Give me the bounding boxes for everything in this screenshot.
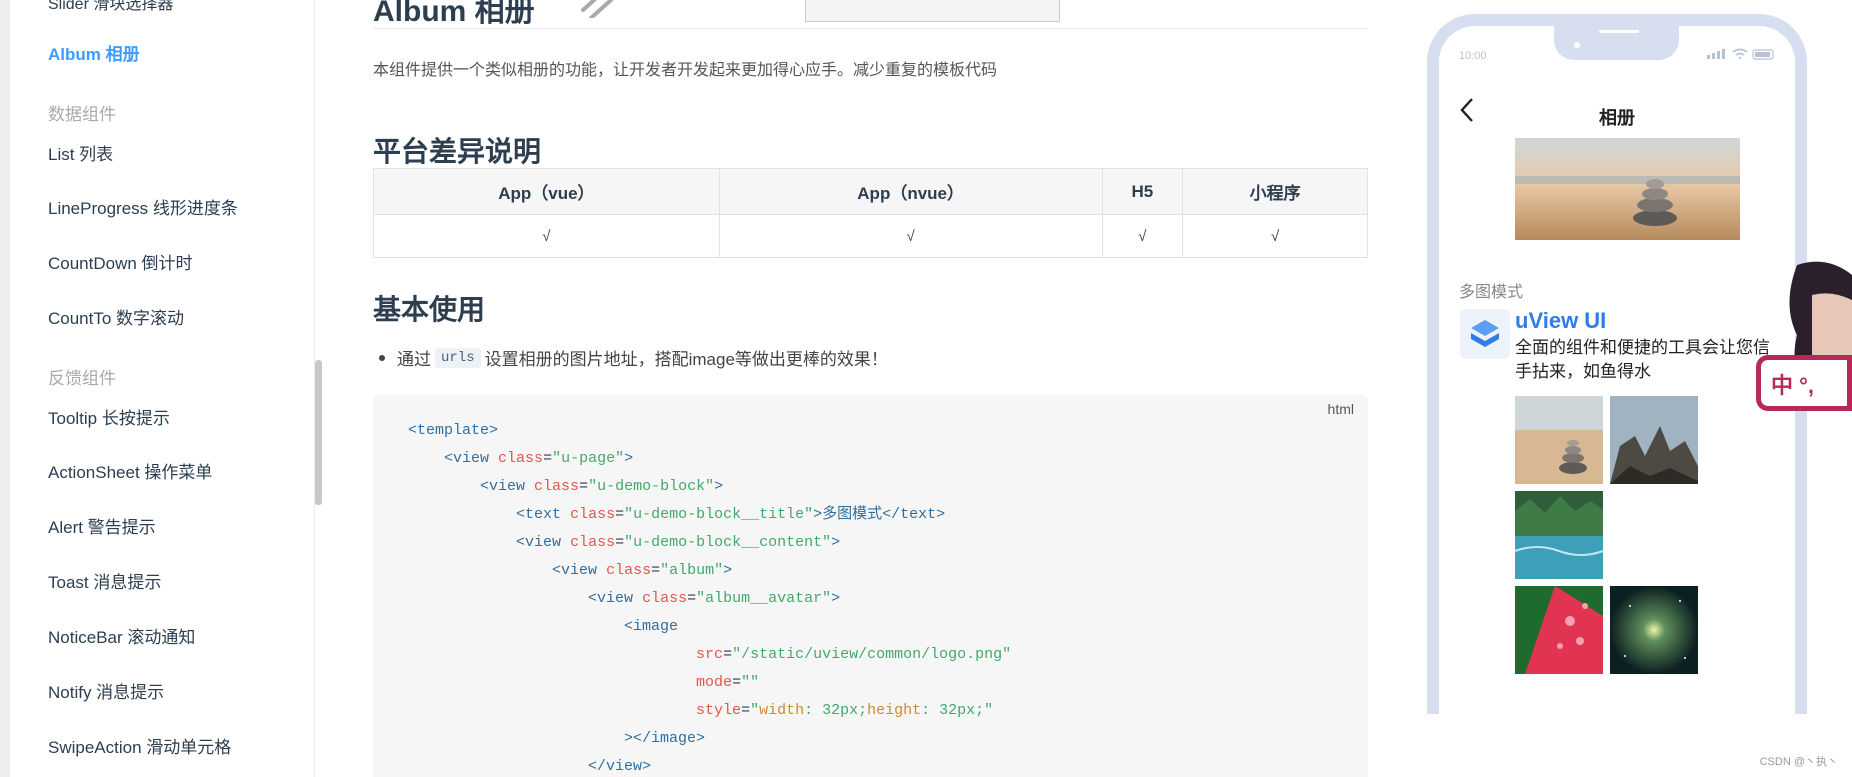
sidebar-item-album[interactable]: Album 相册	[48, 40, 140, 65]
table-cell: √	[1182, 214, 1368, 258]
ime-label: 中 °,	[1771, 373, 1815, 398]
table-header-cell: App（vue）	[373, 168, 720, 215]
code-content: <template> <view class="u-page"> <view c…	[408, 422, 1012, 775]
code-block: html <template> <view class="u-page"> <v…	[373, 395, 1368, 777]
album-thumbnail[interactable]	[1515, 586, 1603, 674]
window-edge	[0, 0, 10, 777]
bullet-prefix: 通过	[397, 350, 431, 369]
phone-preview: 10:00 相册 多图模式 uView UI 全面的组件和便捷的工具会让您信手拈…	[1427, 14, 1807, 714]
paperclip-icon	[573, 0, 617, 25]
page-description: 本组件提供一个类似相册的功能，让开发者开发起来更加得心应手。减少重复的模板代码	[373, 62, 998, 79]
platform-table: App（vue） App（nvue） H5 小程序 √ √ √ √	[373, 168, 1368, 258]
page-title: Album 相册	[373, 0, 535, 28]
ime-indicator[interactable]: 中 °,	[1756, 355, 1852, 411]
watermark: CSDN @丶执丶	[1759, 756, 1838, 768]
sidebar-item-actionsheet[interactable]: ActionSheet 操作菜单	[48, 458, 212, 483]
status-time: 10:00	[1459, 50, 1487, 62]
status-battery-icon	[1707, 48, 1777, 63]
docs-page: Slider 滑块选择器 Album 相册 数据组件 List 列表 LineP…	[0, 0, 1852, 777]
title-divider	[373, 28, 1368, 29]
brand-name: uView UI	[1515, 308, 1607, 333]
code-language-label: html	[1327, 401, 1354, 417]
sidebar-item-slider[interactable]: Slider 滑块选择器	[48, 0, 173, 14]
sidebar-group-data: 数据组件	[48, 105, 116, 124]
sidebar-item-swipeaction[interactable]: SwipeAction 滑动单元格	[48, 733, 231, 758]
table-header-cell: H5	[1101, 168, 1184, 215]
album-thumbnail[interactable]	[1610, 396, 1698, 484]
sidebar: Slider 滑块选择器 Album 相册 数据组件 List 列表 LineP…	[10, 0, 315, 777]
sidebar-item-countto[interactable]: CountTo 数字滚动	[48, 304, 184, 329]
album-thumbnail[interactable]	[1515, 396, 1603, 484]
sidebar-item-alert[interactable]: Alert 警告提示	[48, 513, 156, 538]
table-header-cell: 小程序	[1182, 168, 1368, 215]
table-cell: √	[373, 214, 720, 258]
phone-page-title: 相册	[1599, 108, 1635, 128]
floating-snippet	[805, 0, 1060, 22]
section-heading-platform: 平台差异说明	[373, 136, 542, 167]
table-header-row: App（vue） App（nvue） H5 小程序	[373, 168, 1368, 215]
sidebar-item-toast[interactable]: Toast 消息提示	[48, 568, 161, 593]
table-row: √ √ √ √	[373, 214, 1368, 258]
bullet-icon	[379, 354, 385, 361]
album-single-image[interactable]	[1515, 138, 1740, 240]
album-mode-label: 多图模式	[1459, 284, 1524, 301]
album-thumbnail[interactable]	[1610, 586, 1698, 674]
main-content: Album 相册 本组件提供一个类似相册的功能，让开发者开发起来更加得心应手。减…	[373, 0, 1368, 777]
sidebar-scrollbar[interactable]	[315, 360, 322, 505]
sidebar-item-list[interactable]: List 列表	[48, 140, 113, 165]
uview-logo-icon	[1460, 309, 1510, 359]
camera-icon	[1574, 42, 1580, 48]
album-thumbnail[interactable]	[1515, 491, 1603, 579]
table-cell: √	[718, 214, 1103, 258]
bullet-suffix: 设置相册的图片地址，搭配image等做出更棒的效果！	[484, 350, 888, 369]
sidebar-item-lineprogress[interactable]: LineProgress 线形进度条	[48, 194, 238, 219]
sidebar-item-tooltip[interactable]: Tooltip 长按提示	[48, 404, 170, 429]
speaker-icon	[1599, 30, 1639, 33]
sidebar-item-countdown[interactable]: CountDown 倒计时	[48, 249, 193, 274]
brand-slogan: 全面的组件和便捷的工具会让您信手拈来，如鱼得水	[1515, 338, 1770, 381]
sidebar-group-feedback: 反馈组件	[48, 369, 116, 388]
section-heading-basic: 基本使用	[373, 294, 486, 325]
sidebar-item-notify[interactable]: Notify 消息提示	[48, 678, 164, 703]
sidebar-item-noticebar[interactable]: NoticeBar 滚动通知	[48, 623, 195, 648]
table-header-cell: App（nvue）	[718, 168, 1103, 215]
phone-notch	[1554, 26, 1679, 60]
table-cell: √	[1101, 214, 1184, 258]
list-item: 通过 urls 设置相册的图片地址，搭配image等做出更棒的效果！	[379, 345, 888, 370]
inline-code: urls	[435, 347, 481, 368]
